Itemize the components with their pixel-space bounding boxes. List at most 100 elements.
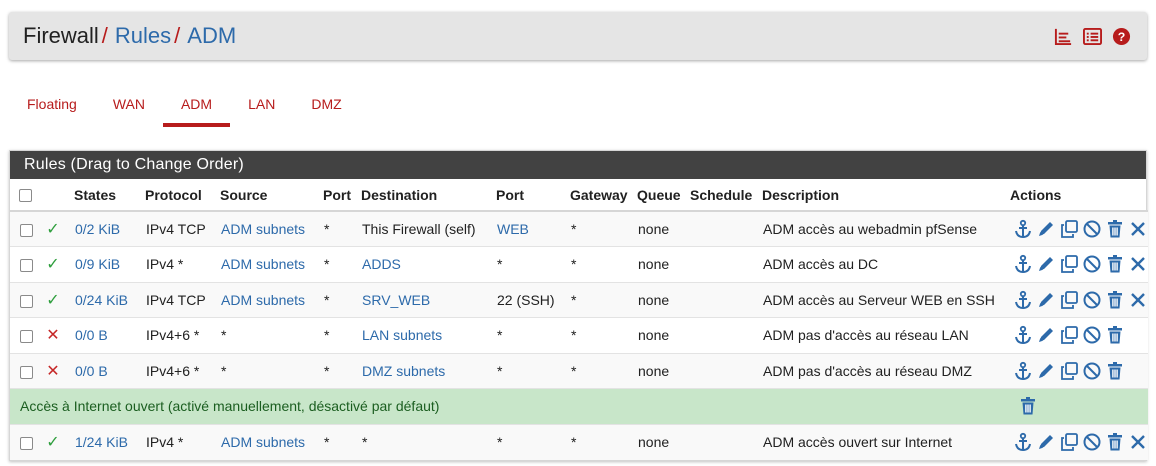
- rule-row[interactable]: ✓ 0/24 KiB IPv4 TCP ADM subnets * SRV_WEB 22 (…: [10, 281, 1148, 318]
- rule-row[interactable]: ✓ 0/9 KiB IPv4 * ADM subnets * ADDS * * none ADM …: [10, 246, 1148, 282]
- disable-icon[interactable]: [1082, 219, 1102, 239]
- delete-icon[interactable]: [1128, 219, 1148, 239]
- disable-icon[interactable]: [1082, 290, 1102, 310]
- rule-states[interactable]: 0/0 B: [70, 317, 141, 353]
- copy-icon[interactable]: [1059, 325, 1079, 345]
- rule-states[interactable]: 0/2 KiB: [70, 210, 141, 247]
- rule-source[interactable]: ADM subnets: [216, 210, 319, 247]
- rule-dest-port[interactable]: WEB: [492, 210, 566, 247]
- tab-lan[interactable]: LAN: [230, 88, 293, 130]
- rule-checkbox[interactable]: [20, 436, 33, 450]
- rule-row[interactable]: ✕ 0/0 B IPv4+6 * * * DMZ subnets * * none ADM pas…: [10, 352, 1148, 389]
- disable-icon[interactable]: [1082, 361, 1102, 381]
- rule-gateway: *: [566, 281, 633, 318]
- anchor-icon[interactable]: [1013, 432, 1033, 452]
- disable-icon[interactable]: [1082, 432, 1102, 452]
- rule-row[interactable]: ✓ 1/24 KiB IPv4 * ADM subnets * * * * none ADM ac…: [10, 423, 1148, 460]
- rule-queue: none: [633, 210, 686, 247]
- separator-row[interactable]: Accès à Internet ouvert (activé manuelle…: [10, 388, 1148, 424]
- tab-floating[interactable]: Floating: [9, 88, 95, 130]
- disable-icon[interactable]: [1082, 254, 1102, 274]
- breadcrumb-adm-link[interactable]: ADM: [187, 23, 236, 48]
- anchor-icon[interactable]: [1013, 325, 1033, 345]
- tab-adm[interactable]: ADM: [162, 88, 231, 130]
- copy-icon[interactable]: [1059, 254, 1079, 274]
- rule-destination[interactable]: LAN subnets: [357, 317, 492, 353]
- rule-checkbox[interactable]: [20, 365, 33, 379]
- trash-icon[interactable]: [1105, 219, 1125, 239]
- breadcrumb-rules-link[interactable]: Rules: [115, 23, 171, 48]
- rule-row[interactable]: ✓ 0/2 KiB IPv4 TCP ADM subnets * This Firewal…: [10, 210, 1148, 247]
- rule-port: *: [319, 352, 357, 389]
- trash-icon[interactable]: [1105, 254, 1125, 274]
- rule-checkbox[interactable]: [20, 294, 33, 308]
- block-icon[interactable]: ✕: [45, 361, 61, 381]
- check-icon[interactable]: ✓: [45, 254, 61, 274]
- rule-protocol: IPv4 TCP: [141, 210, 216, 247]
- check-icon[interactable]: ✓: [45, 290, 61, 310]
- help-icon[interactable]: ?: [1112, 27, 1131, 46]
- rule-checkbox[interactable]: [20, 223, 33, 237]
- copy-icon[interactable]: [1059, 290, 1079, 310]
- chart-icon[interactable]: [1054, 27, 1073, 46]
- rule-destination[interactable]: SRV_WEB: [357, 281, 492, 318]
- rule-row[interactable]: ✕ 0/0 B IPv4+6 * * * LAN subnets * * none ADM pas…: [10, 317, 1148, 353]
- rule-gateway: *: [566, 210, 633, 247]
- rule-checkbox[interactable]: [20, 259, 33, 273]
- delete-icon[interactable]: [1128, 254, 1148, 274]
- col-schedule: Schedule: [686, 179, 758, 212]
- rule-queue: none: [633, 423, 686, 460]
- rule-description: ADM accès au webadmin pfSense: [758, 210, 1006, 247]
- breadcrumb: Firewall / Rules / ADM: [23, 23, 236, 49]
- rule-actions: [1006, 281, 1148, 318]
- copy-icon[interactable]: [1059, 361, 1079, 381]
- anchor-icon[interactable]: [1013, 219, 1033, 239]
- separator-trash-icon[interactable]: [1018, 396, 1038, 416]
- rule-states[interactable]: 1/24 KiB: [70, 423, 141, 460]
- edit-icon[interactable]: [1036, 361, 1056, 381]
- edit-icon[interactable]: [1036, 325, 1056, 345]
- list-icon[interactable]: [1083, 27, 1102, 46]
- copy-icon[interactable]: [1059, 432, 1079, 452]
- rule-destination[interactable]: ADDS: [357, 246, 492, 282]
- trash-icon[interactable]: [1105, 432, 1125, 452]
- rule-dest-port: *: [492, 246, 566, 282]
- delete-icon[interactable]: [1128, 432, 1148, 452]
- rule-actions: [1006, 352, 1148, 389]
- select-all-checkbox[interactable]: [19, 189, 32, 203]
- check-icon[interactable]: ✓: [45, 432, 61, 452]
- rule-destination[interactable]: DMZ subnets: [357, 352, 492, 389]
- trash-icon[interactable]: [1105, 325, 1125, 345]
- tab-dmz[interactable]: DMZ: [293, 88, 359, 130]
- col-gateway: Gateway: [566, 179, 633, 212]
- rule-source[interactable]: ADM subnets: [216, 281, 319, 318]
- rule-states[interactable]: 0/0 B: [70, 352, 141, 389]
- check-icon[interactable]: ✓: [45, 219, 61, 239]
- rule-states[interactable]: 0/24 KiB: [70, 281, 141, 318]
- block-icon[interactable]: ✕: [45, 325, 61, 345]
- anchor-icon[interactable]: [1013, 254, 1033, 274]
- rule-schedule: [686, 352, 758, 389]
- edit-icon[interactable]: [1036, 219, 1056, 239]
- rule-protocol: IPv4 TCP: [141, 281, 216, 318]
- anchor-icon[interactable]: [1013, 290, 1033, 310]
- disable-icon[interactable]: [1082, 325, 1102, 345]
- rule-source[interactable]: ADM subnets: [216, 246, 319, 282]
- breadcrumb-separator: /: [101, 23, 108, 48]
- edit-icon[interactable]: [1036, 432, 1056, 452]
- rule-gateway: *: [566, 246, 633, 282]
- delete-icon[interactable]: [1128, 290, 1148, 310]
- edit-icon[interactable]: [1036, 254, 1056, 274]
- anchor-icon[interactable]: [1013, 361, 1033, 381]
- rule-description: ADM accès ouvert sur Internet: [758, 423, 1006, 460]
- rule-port: *: [319, 281, 357, 318]
- rule-states[interactable]: 0/9 KiB: [70, 246, 141, 282]
- edit-icon[interactable]: [1036, 290, 1056, 310]
- tab-wan[interactable]: WAN: [95, 88, 163, 130]
- rule-description: ADM accès au DC: [758, 246, 1006, 282]
- rule-checkbox[interactable]: [20, 330, 33, 344]
- trash-icon[interactable]: [1105, 361, 1125, 381]
- rule-source[interactable]: ADM subnets: [216, 423, 319, 460]
- copy-icon[interactable]: [1059, 219, 1079, 239]
- trash-icon[interactable]: [1105, 290, 1125, 310]
